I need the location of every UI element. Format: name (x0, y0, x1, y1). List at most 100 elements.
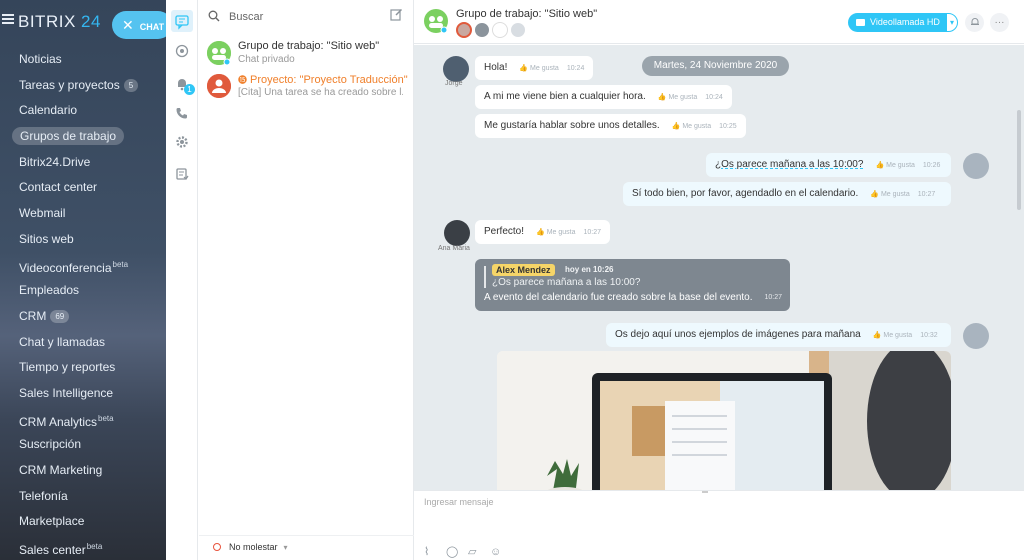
logo-text: BITRIX (18, 12, 76, 31)
avatar[interactable] (963, 323, 989, 349)
avatar[interactable] (444, 220, 470, 246)
like-button[interactable]: 👍 Me gusta (536, 229, 575, 236)
nav-item-videoconferencia[interactable]: Videoconferenciabeta (0, 254, 166, 280)
chat-title[interactable]: Grupo de trabajo: "Sitio web" (456, 8, 597, 20)
nav-label: Bitrix24.Drive (19, 154, 91, 169)
chat-list-item[interactable]: Grupo de trabajo: "Sitio web" Chat priva… (199, 40, 414, 74)
message-text: Sí todo bien, por favor, agendadlo en el… (632, 188, 859, 199)
avatar[interactable] (510, 22, 526, 38)
message-bubble-own[interactable]: Sí todo bien, por favor, agendadlo en el… (623, 182, 951, 206)
nav-item-contact-center[interactable]: Contact center (0, 176, 166, 202)
author-name: Ana Maria (438, 245, 470, 252)
message-bubble[interactable]: Hola! 👍 Me gusta 10:24 (475, 56, 594, 80)
menu-icon[interactable] (2, 14, 14, 24)
nav-item-noticias[interactable]: Noticias (0, 48, 166, 74)
nav-label: Tiempo y reportes (19, 360, 116, 375)
member-avatars[interactable] (456, 22, 528, 41)
scrollbar[interactable] (1017, 110, 1021, 210)
gear-icon[interactable] (175, 135, 189, 149)
phone-icon[interactable] (175, 106, 189, 120)
nav-item-chat-llamadas[interactable]: Chat y llamadas (0, 331, 166, 357)
message-bubble-own[interactable]: Os dejo aquí unos ejemplos de imágenes p… (606, 323, 951, 347)
message-text: ¿Os parece mañana a las 10:00? (715, 159, 864, 170)
like-button[interactable]: 👍 Me gusta (658, 94, 697, 101)
nav-label: Chat y llamadas (19, 334, 106, 349)
avatar[interactable] (474, 22, 490, 38)
nav-item-sales-center[interactable]: Sales centerbeta (0, 536, 166, 560)
like-button[interactable]: 👍 Me gusta (870, 191, 909, 198)
recent-chats-panel: Buscar Grupo de trabajo: "Sitio web" Cha… (199, 0, 414, 560)
nav-item-sales-intelligence[interactable]: Sales Intelligence (0, 382, 166, 408)
chats-icon[interactable] (171, 10, 193, 32)
video-call-button[interactable]: Videollamada HD (848, 13, 946, 32)
message-bubble-own[interactable]: ¿Os parece mañana a las 10:00? 👍 Me gusta… (706, 153, 951, 177)
user-mention-icon[interactable]: ◯ (446, 547, 458, 558)
message-meta: 👍 Me gusta 10:27 (870, 191, 935, 198)
chat-toggle-button[interactable]: ✕ CHAT (112, 11, 166, 39)
avatar[interactable] (492, 22, 508, 38)
nav-counter: 69 (50, 309, 70, 323)
like-button[interactable]: 👍 Me gusta (672, 123, 711, 130)
bell-icon[interactable] (965, 13, 984, 32)
status-selector[interactable]: No molestar ▾ (213, 542, 288, 552)
like-button[interactable]: 👍 Me gusta (873, 332, 912, 339)
avatar[interactable] (456, 22, 472, 38)
message-input-placeholder: Ingresar mensaje (424, 497, 494, 507)
message-area[interactable]: Martes, 24 Noviembre 2020 Jorge Hola! 👍 M… (414, 45, 1024, 490)
message-bubble[interactable]: Me gustaría hablar sobre unos detalles. 👍… (475, 114, 746, 138)
smile-icon[interactable]: ☺ (490, 547, 501, 558)
quote-bar (484, 266, 486, 288)
nav-item-calendario[interactable]: Calendario (0, 99, 166, 125)
like-label: Me gusta (546, 229, 576, 236)
nav-item-crm-analytics[interactable]: CRM Analyticsbeta (0, 408, 166, 434)
notification-count-badge: 1 (184, 84, 195, 95)
nav-item-webmail[interactable]: Webmail (0, 202, 166, 228)
nav-item-crm[interactable]: CRM 69 (0, 305, 166, 331)
nav-item-telefonia[interactable]: Telefonía (0, 485, 166, 511)
message-bubble[interactable]: Perfecto! 👍 Me gusta 10:27 (475, 220, 611, 244)
nav-item-marketplace[interactable]: Marketplace (0, 510, 166, 536)
logo[interactable]: BITRIX 24 (18, 12, 101, 32)
image-attachment[interactable] (497, 351, 951, 490)
like-button[interactable]: 👍 Me gusta (519, 65, 558, 72)
nav-label: Calendario (19, 103, 78, 118)
task-list-icon[interactable] (175, 167, 189, 181)
chat-window: Grupo de trabajo: "Sitio web" Videollama… (414, 0, 1024, 560)
nav-item-drive[interactable]: Bitrix24.Drive (0, 151, 166, 177)
nav-item-suscripcion[interactable]: Suscripción (0, 433, 166, 459)
open-lines-icon[interactable] (175, 44, 189, 58)
message-input-area[interactable]: Ingresar mensaje ⌇ ◯ ▱ ☺ (414, 490, 1024, 560)
nav-label: Sales Intelligence (19, 385, 114, 400)
nav-item-grupos[interactable]: Grupos de trabajo (0, 125, 166, 151)
message-meta: 👍 Me gusta 10:24 (519, 65, 584, 72)
nav-item-empleados[interactable]: Empleados (0, 279, 166, 305)
more-icon[interactable]: ··· (990, 13, 1009, 32)
paperclip-icon[interactable]: ⌇ (424, 547, 434, 558)
chat-subtitle: [Cita] Una tarea se ha creado sobre l... (238, 87, 403, 98)
video-call-label: Videollamada HD (870, 17, 940, 27)
nav-item-tiempo[interactable]: Tiempo y reportes (0, 356, 166, 382)
nav-label: CRM Marketing (19, 463, 103, 477)
group-avatar[interactable] (424, 9, 448, 34)
video-call-menu-button[interactable]: ▾ (946, 13, 958, 32)
chat-header: Grupo de trabajo: "Sitio web" Videollama… (414, 0, 1024, 44)
beta-tag: beta (112, 259, 129, 269)
edit-icon[interactable]: ▱ (468, 547, 478, 558)
nav-item-tareas[interactable]: Tareas y proyectos 5 (0, 74, 166, 100)
nav-label: Marketplace (19, 514, 85, 529)
nav-item-sitios[interactable]: Sitios web (0, 228, 166, 254)
message-bubble[interactable]: A mi me viene bien a cualquier hora. 👍 Me… (475, 85, 732, 109)
quote-text: ¿Os parece mañana a las 10:00? (492, 277, 641, 288)
message-meta: 👍 Me gusta 10:26 (875, 162, 940, 169)
search-icon (208, 10, 220, 22)
avatar[interactable] (963, 153, 989, 179)
search-input[interactable]: Buscar (208, 9, 406, 27)
quoted-message[interactable]: Alex Mendez hoy en 10:26 ¿Os parece maña… (475, 259, 790, 311)
message-text: A mi me viene bien a cualquier hora. (484, 91, 646, 102)
nav-item-crm-marketing[interactable]: CRM Marketing (0, 459, 166, 485)
avatar[interactable] (443, 56, 469, 82)
new-chat-icon[interactable] (390, 8, 403, 24)
chat-list-item[interactable]: ⓯ Proyecto: "Proyecto Traducción" [Cita] … (199, 73, 414, 107)
resize-handle[interactable] (702, 491, 708, 493)
like-button[interactable]: 👍 Me gusta (875, 162, 914, 169)
